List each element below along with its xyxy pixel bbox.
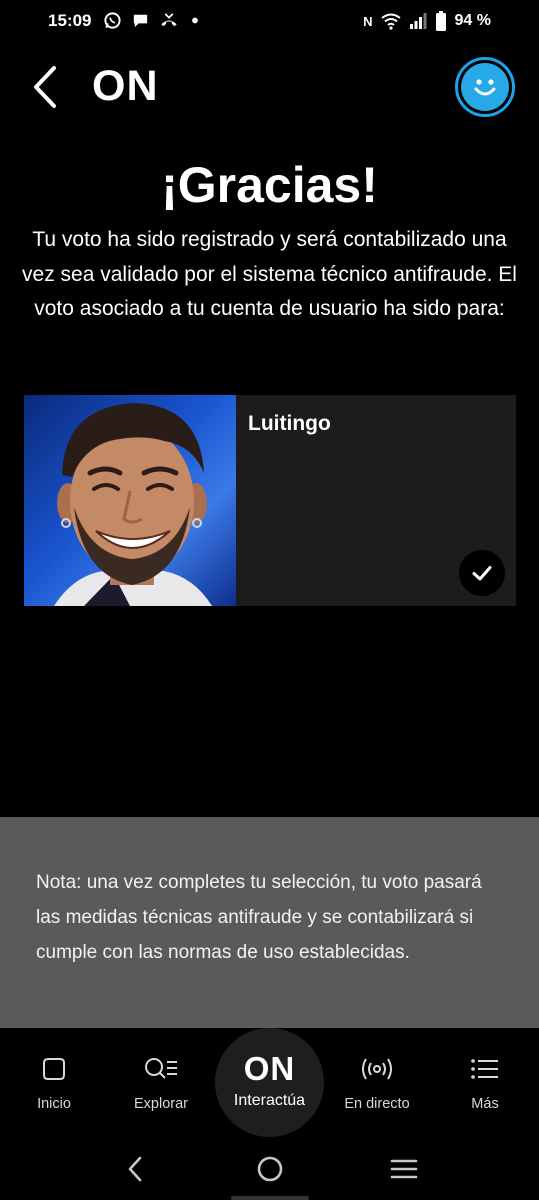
status-time: 15:09 (48, 11, 92, 30)
back-button[interactable] (26, 62, 66, 112)
search-list-icon (145, 1058, 177, 1079)
candidate-portrait (54, 403, 212, 606)
broadcast-icon (362, 1058, 392, 1080)
smiley-face-icon (474, 79, 496, 96)
nav-label-en-directo: En directo (344, 1096, 410, 1112)
app-title: ON (92, 62, 159, 110)
checkmark-icon (472, 566, 492, 581)
menu-list-icon (471, 1059, 498, 1079)
app-bar: ON (0, 54, 539, 120)
nav-label-interactua: Interactúa (233, 1092, 306, 1109)
profile-button[interactable] (455, 57, 515, 117)
chevron-left-icon (34, 66, 56, 108)
signal-icon (409, 13, 427, 29)
note-panel: Nota: una vez completes tu selección, tu… (0, 817, 539, 1028)
confirmation-message: Tu voto ha sido registrado y será contab… (22, 228, 517, 320)
note-text: Nota: una vez completes tu selección, tu… (36, 872, 482, 963)
battery-percentage: 94 % (454, 12, 491, 29)
bottom-navigation: Inicio Explorar ON Interactúa En directo (0, 1028, 539, 1138)
candidate-photo (24, 395, 236, 606)
home-circle-icon (257, 1156, 283, 1182)
nfc-icon: N (363, 13, 373, 29)
avatar (461, 63, 509, 111)
nav-item-mas[interactable]: Más (445, 1028, 525, 1138)
nav-item-interactua[interactable]: ON Interactúa (215, 1028, 324, 1137)
system-recents-button[interactable] (384, 1152, 424, 1186)
voted-candidate-card: Luitingo (24, 395, 516, 606)
chat-bubble-icon (133, 14, 148, 28)
nav-label-inicio: Inicio (37, 1096, 71, 1112)
confirmation-title: ¡Gracias! (161, 157, 378, 213)
selected-check-badge (459, 550, 505, 596)
system-status-icons: N 94 % (363, 11, 491, 31)
recents-icon (390, 1159, 418, 1179)
back-icon (128, 1156, 142, 1182)
nav-item-explorar[interactable]: Explorar (121, 1028, 201, 1138)
system-home-button[interactable] (250, 1152, 290, 1186)
system-navigation-bar (0, 1138, 539, 1200)
whatsapp-icon (104, 12, 121, 29)
missed-call-icon (161, 13, 177, 27)
battery-icon (435, 11, 446, 31)
nav-label-mas: Más (471, 1096, 499, 1112)
status-bar: 15:09 N 94 % (0, 0, 539, 44)
dot-icon (192, 17, 198, 24)
nav-item-inicio[interactable]: Inicio (14, 1028, 94, 1138)
on-logo-icon: ON (243, 1050, 296, 1087)
notification-icons (103, 11, 202, 30)
home-hexagon-icon (43, 1058, 65, 1080)
home-indicator (231, 1196, 309, 1200)
wifi-icon (380, 13, 401, 30)
system-back-button[interactable] (115, 1152, 155, 1186)
nav-label-explorar: Explorar (134, 1096, 188, 1112)
candidate-name: Luitingo (248, 412, 331, 435)
nav-item-en-directo[interactable]: En directo (337, 1028, 417, 1138)
